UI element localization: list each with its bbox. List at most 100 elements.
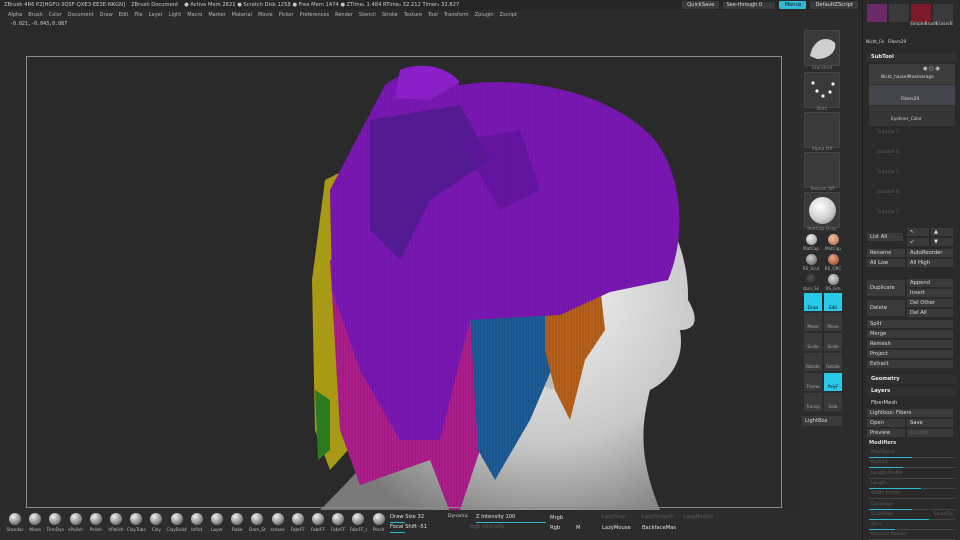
modifier-slider[interactable]: MaxFibers bbox=[867, 449, 957, 459]
material-button[interactable] bbox=[804, 192, 840, 228]
modifier-slider[interactable]: Width Profile bbox=[867, 490, 957, 500]
menu-preferences[interactable]: Preferences bbox=[300, 12, 329, 18]
brush-button[interactable]: Standar bbox=[6, 512, 26, 538]
canvas-viewport[interactable] bbox=[0, 30, 800, 525]
lazystep-slider[interactable]: LazyStep bbox=[602, 514, 626, 520]
lightbox-button[interactable]: LightBox bbox=[802, 416, 842, 426]
insert-button[interactable]: Insert bbox=[907, 289, 953, 297]
auto-reorder-button[interactable]: AutoReorder bbox=[907, 249, 953, 257]
accept-button[interactable]: Accept bbox=[907, 429, 953, 437]
alpha-button[interactable] bbox=[804, 112, 840, 148]
menu-light[interactable]: Light bbox=[169, 12, 181, 18]
merge-button[interactable]: Merge bbox=[867, 330, 953, 338]
geometry-header[interactable]: Geometry bbox=[867, 375, 957, 384]
rgb-button[interactable]: Rgb bbox=[550, 525, 560, 531]
modifier-slider[interactable]: Length Profile bbox=[867, 470, 957, 480]
rename-button[interactable]: Rename bbox=[867, 249, 905, 257]
append-button[interactable]: Append bbox=[907, 279, 953, 287]
menu-material[interactable]: Material bbox=[232, 12, 252, 18]
tool-thumb-3[interactable] bbox=[911, 4, 931, 22]
brush-button[interactable]: hPolish bbox=[107, 512, 127, 538]
menus-button[interactable]: Menus bbox=[779, 1, 807, 9]
delete-button[interactable]: Delete bbox=[867, 300, 905, 316]
all-high-button[interactable]: All High bbox=[907, 259, 953, 267]
layers-header[interactable]: Layers bbox=[867, 387, 957, 396]
texture-button[interactable] bbox=[804, 152, 840, 188]
rs-orc-ball-icon[interactable] bbox=[828, 254, 839, 265]
arrow-up-left-icon[interactable]: ↖ bbox=[907, 228, 929, 236]
del-all-button[interactable]: Del All bbox=[907, 309, 953, 317]
duplicate-button[interactable]: Duplicate bbox=[867, 280, 905, 296]
menu-draw[interactable]: Draw bbox=[100, 12, 113, 18]
subtool-visibility-icon[interactable]: ◉ ○ ◉ bbox=[923, 66, 940, 72]
menu-layer[interactable]: Layer bbox=[149, 12, 163, 18]
brush-button[interactable]: Layer bbox=[208, 512, 228, 538]
menu-macro[interactable]: Macro bbox=[187, 12, 202, 18]
modifier-slider[interactable]: ScaleRoot ScaleTip bbox=[867, 511, 957, 521]
see-through-slider[interactable]: See-through 0 bbox=[723, 1, 776, 9]
lazysmooth-slider[interactable]: LazySmooth bbox=[642, 514, 674, 520]
brush-button[interactable]: Pinch bbox=[370, 512, 390, 538]
lazyradius-slider[interactable]: LazyRadius bbox=[684, 514, 713, 520]
save-button[interactable]: Save bbox=[907, 419, 953, 427]
brush-button[interactable]: crease bbox=[269, 512, 289, 538]
subtool-header[interactable]: SubTool bbox=[867, 53, 957, 62]
menu-texture[interactable]: Texture bbox=[404, 12, 422, 18]
brush-button[interactable]: TrimDyn bbox=[46, 512, 66, 538]
arrow-down-icon[interactable]: ▼ bbox=[931, 238, 953, 246]
modifier-slider[interactable]: Length bbox=[867, 480, 957, 490]
all-low-button[interactable]: All Low bbox=[867, 259, 905, 267]
brush-button[interactable]: ClayBuild bbox=[167, 512, 188, 538]
menu-zscript[interactable]: Zscript bbox=[500, 12, 517, 18]
dynamic-button[interactable]: Dynamic bbox=[448, 514, 468, 519]
focal-shift-slider[interactable]: Focal Shift -51 bbox=[390, 524, 427, 530]
matcap-ball-icon[interactable] bbox=[806, 234, 817, 245]
menu-zplugin[interactable]: Zplugin bbox=[475, 12, 494, 18]
brush-button[interactable]: Clay bbox=[147, 512, 167, 538]
zbro-sil-ball-icon[interactable] bbox=[806, 274, 817, 285]
menu-stencil[interactable]: Stencil bbox=[359, 12, 376, 18]
brush-button[interactable]: FabrFF bbox=[289, 512, 309, 538]
menu-tool[interactable]: Tool bbox=[428, 12, 438, 18]
menu-picker[interactable]: Picker bbox=[279, 12, 294, 18]
modifier-slider[interactable]: Slim bbox=[867, 521, 957, 531]
modifier-slider[interactable]: ByArea bbox=[867, 459, 957, 469]
tool-thumb-4[interactable] bbox=[933, 4, 953, 22]
default-zscript-button[interactable]: DefaultZScript bbox=[810, 1, 858, 9]
modifier-slider[interactable]: Revolve Radius bbox=[867, 531, 957, 540]
quicksave-button[interactable]: QuickSave bbox=[682, 1, 720, 9]
brush-button[interactable]: FabrFF bbox=[309, 512, 329, 538]
subtool-item[interactable]: Fibers29 bbox=[869, 85, 955, 105]
menu-edit[interactable]: Edit bbox=[119, 12, 129, 18]
brush-button[interactable]: FabrFF bbox=[329, 512, 349, 538]
brush-button[interactable]: Move bbox=[26, 512, 46, 538]
menu-render[interactable]: Render bbox=[335, 12, 353, 18]
menu-color[interactable]: Color bbox=[49, 12, 62, 18]
mrgb-button[interactable]: Mrgb bbox=[550, 515, 563, 521]
del-other-button[interactable]: Del Other bbox=[907, 299, 953, 307]
menu-movie[interactable]: Movie bbox=[258, 12, 273, 18]
rgb-intensity-slider[interactable]: Rgb Intensity bbox=[470, 524, 504, 530]
remesh-button[interactable]: Remesh bbox=[867, 340, 953, 348]
lightbox-fibers-button[interactable]: Lightbox› Fibers bbox=[867, 409, 953, 417]
extract-button[interactable]: Extract bbox=[867, 360, 953, 368]
split-button[interactable]: Split bbox=[867, 320, 953, 328]
brush-button[interactable]: sPolish bbox=[67, 512, 87, 538]
draw-size-slider[interactable]: Draw Size 32 bbox=[390, 514, 424, 520]
fibermesh-header[interactable]: FiberMesh bbox=[871, 400, 897, 406]
brush-button[interactable]: Polish bbox=[87, 512, 107, 538]
brush-button[interactable]: ClayTubs bbox=[127, 512, 147, 538]
preview-button[interactable]: Preview bbox=[867, 429, 905, 437]
subtool-item[interactable]: Eyeliner_Color bbox=[869, 106, 955, 126]
rs-sculpt-ball-icon[interactable] bbox=[806, 254, 817, 265]
menu-stroke[interactable]: Stroke bbox=[382, 12, 398, 18]
brush-button[interactable]: FabrFF_I bbox=[349, 512, 369, 538]
menu-brush[interactable]: Brush bbox=[28, 12, 42, 18]
project-button[interactable]: Project bbox=[867, 350, 953, 358]
list-all-button[interactable]: List All bbox=[867, 233, 903, 241]
menu-document[interactable]: Document bbox=[68, 12, 94, 18]
z-intensity-slider[interactable]: Z Intensity 100 bbox=[476, 514, 515, 520]
arrow-down-left-icon[interactable]: ↙ bbox=[907, 238, 929, 246]
brush-button[interactable]: Rake bbox=[228, 512, 248, 538]
matcap-skin-ball-icon[interactable] bbox=[828, 234, 839, 245]
